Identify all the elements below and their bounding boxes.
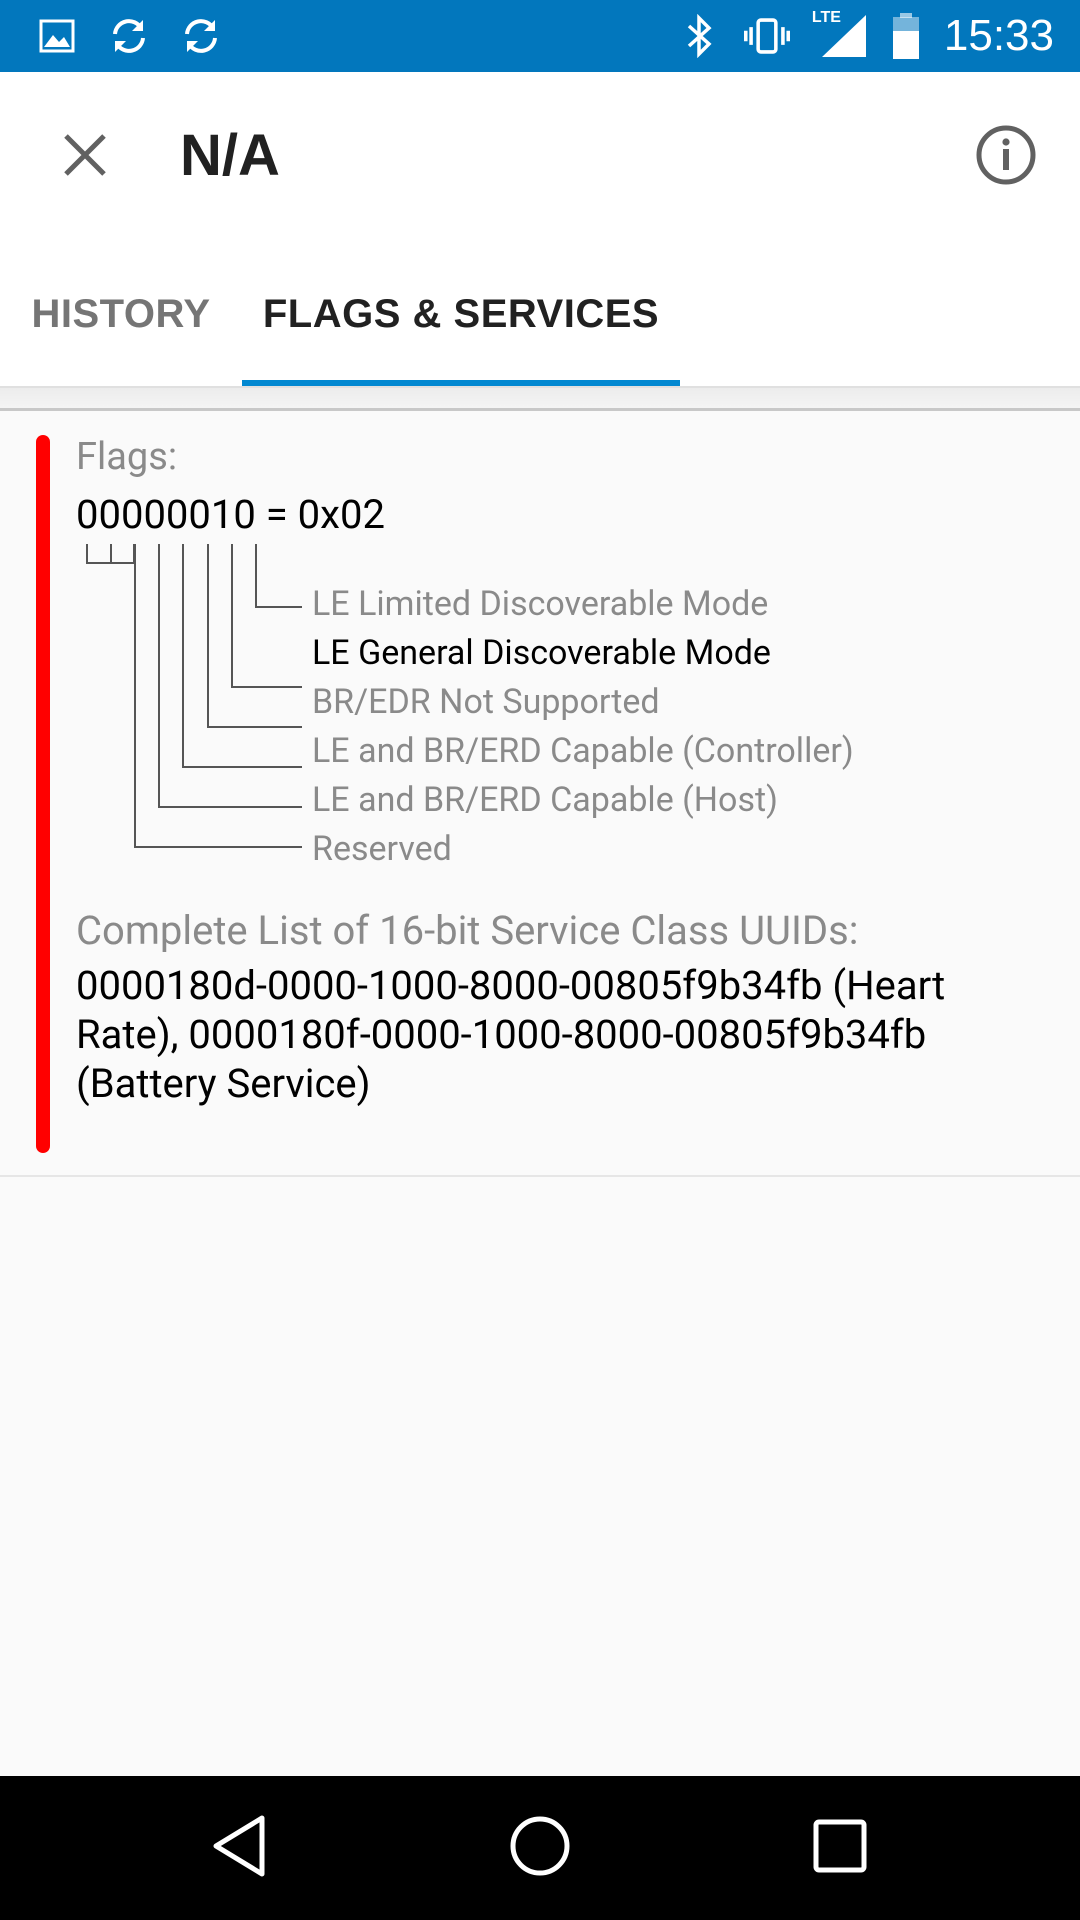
close-button[interactable] — [50, 122, 120, 192]
battery-icon — [890, 13, 922, 59]
vibrate-icon — [743, 13, 790, 59]
recents-button[interactable] — [790, 1798, 890, 1898]
flag-item: LE and BR/ERD Capable (Controller) — [312, 731, 854, 771]
flag-item: LE Limited Discoverable Mode — [312, 584, 769, 624]
image-icon — [34, 13, 80, 59]
app-bar: N/A — [0, 72, 1080, 242]
bluetooth-icon — [676, 13, 722, 59]
status-bar: LTE 15:33 — [0, 0, 1080, 72]
status-time: 15:33 — [943, 11, 1054, 60]
navigation-bar — [0, 1776, 1080, 1920]
tab-flags-services[interactable]: FLAGS & SERVICES — [242, 242, 680, 386]
advertisement-record: Flags: 00000010 = 0x02 LE Limited Discov… — [0, 411, 1080, 1177]
sync-icon — [178, 13, 224, 59]
home-button[interactable] — [490, 1798, 590, 1898]
info-button[interactable] — [966, 117, 1046, 197]
flags-bit-tree — [86, 544, 302, 848]
back-button[interactable] — [190, 1798, 290, 1898]
flag-item: LE and BR/ERD Capable (Host) — [312, 780, 778, 820]
services-value: 0000180d-0000-1000-8000-00805f9b34fb (He… — [76, 962, 946, 1107]
close-icon — [62, 132, 108, 182]
back-icon — [210, 1814, 270, 1882]
flag-item: BR/EDR Not Supported — [312, 682, 660, 722]
page-title: N/A — [180, 123, 280, 188]
info-icon — [975, 124, 1037, 190]
tab-bar: HISTORY FLAGS & SERVICES — [0, 242, 1080, 386]
tab-history[interactable]: HISTORY — [0, 242, 242, 386]
network-label: LTE — [811, 9, 841, 26]
sync-icon — [106, 13, 152, 59]
flag-item: LE General Discoverable Mode — [312, 633, 771, 673]
services-label: Complete List of 16-bit Service Class UU… — [76, 907, 859, 954]
tabs-shadow — [0, 386, 1080, 410]
recents-icon — [812, 1818, 868, 1878]
flag-item: Reserved — [312, 829, 452, 869]
lte-signal-icon: LTE — [812, 9, 868, 59]
home-icon — [508, 1814, 572, 1882]
